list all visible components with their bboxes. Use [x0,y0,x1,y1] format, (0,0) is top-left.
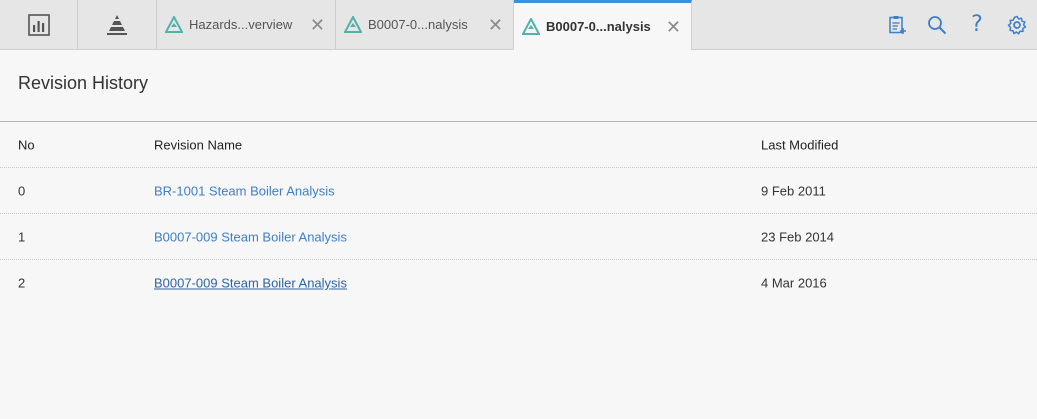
table-row: 0 BR-1001 Steam Boiler Analysis 9 Feb 20… [0,168,1037,214]
right-toolbar: ? [877,0,1037,49]
revision-number: 0 [18,183,26,198]
page-title: Revision History [18,73,149,93]
last-modified-date: 23 Feb 2014 [761,229,835,244]
revision-number: 2 [18,275,26,291]
pyramid-icon [107,14,127,35]
table-row: 2 B0007-009 Steam Boiler Analysis 4 Mar … [0,260,1037,306]
clipboard-add-icon [889,15,906,34]
revision-name-link[interactable]: BR-1001 Steam Boiler Analysis [154,183,335,198]
table-header-row: No Revision Name Last Modified [0,122,1037,168]
settings-button[interactable] [997,0,1037,49]
close-icon[interactable]: ✕ [666,18,681,36]
add-record-button[interactable] [877,0,917,49]
tab-label: B0007-0...nalysis [546,19,651,34]
column-header-no[interactable]: No [18,137,35,152]
gear-icon [1007,15,1027,35]
tab-label: Hazards...verview [189,17,293,32]
search-icon [928,15,947,34]
revision-number: 1 [18,229,26,244]
hazard-triangle-icon [344,15,362,33]
revision-name-link[interactable]: B0007-009 Steam Boiler Analysis [154,276,347,291]
help-icon: ? [971,12,983,37]
last-modified-date: 9 Feb 2011 [761,183,826,198]
tab-hazards-overview[interactable]: Hazards...verview ✕ [157,0,336,49]
close-icon[interactable]: ✕ [310,16,325,34]
revision-table: No Revision Name Last Modified 0 BR-1001… [0,122,1037,306]
column-header-revision-name[interactable]: Revision Name [154,137,242,152]
tab-label: B0007-0...nalysis [368,17,468,32]
dashboard-icon [27,13,50,36]
table-row: 1 B0007-009 Steam Boiler Analysis 23 Feb… [0,214,1037,260]
help-button[interactable]: ? [957,0,997,49]
tab-b0007-analysis-1[interactable]: B0007-0...nalysis ✕ [336,0,514,49]
hierarchy-button[interactable] [78,0,157,49]
dashboard-button[interactable] [0,0,78,49]
hazard-triangle-icon [522,17,540,35]
close-icon[interactable]: ✕ [488,16,503,34]
last-modified-date: 4 Mar 2016 [761,275,827,291]
tab-b0007-analysis-2[interactable]: B0007-0...nalysis ✕ [514,0,692,50]
column-header-last-modified[interactable]: Last Modified [761,137,838,152]
hazard-triangle-icon [165,15,183,33]
top-toolbar: Hazards...verview ✕ B0007-0...nalysis ✕ … [0,0,1037,50]
revision-name-link[interactable]: B0007-009 Steam Boiler Analysis [154,229,347,244]
search-button[interactable] [917,0,957,49]
